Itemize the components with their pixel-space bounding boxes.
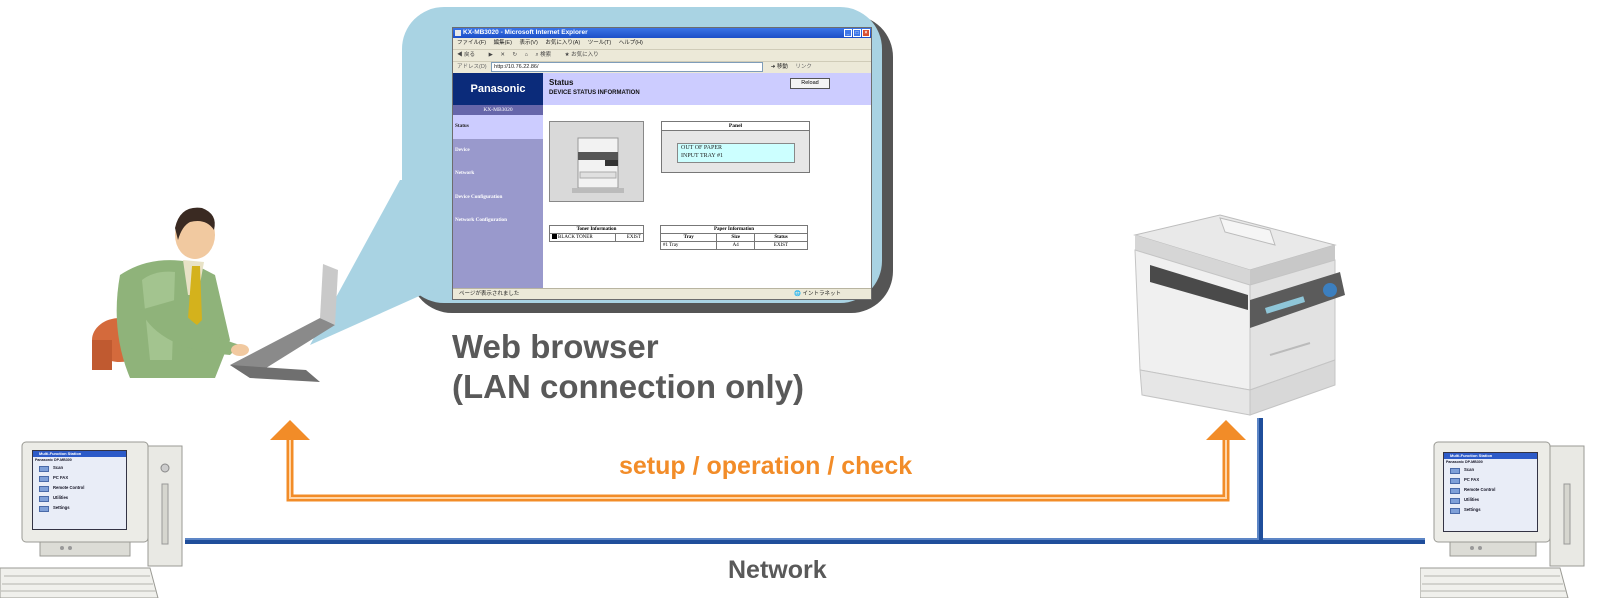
network-line-highlight [185, 538, 1425, 540]
forward-button[interactable]: ▶ [489, 52, 493, 58]
status-text: ページが表示されました [459, 291, 520, 297]
go-button[interactable]: ➜ 移動 [771, 64, 788, 70]
scan-icon [1450, 468, 1460, 474]
close-button[interactable]: × [862, 29, 870, 37]
toner-item: BLACK TONER [548, 233, 617, 242]
panel-heading: Panel [662, 122, 809, 131]
nav-status[interactable]: Status [453, 115, 543, 139]
nav-device[interactable]: Device [453, 139, 543, 163]
stop-icon[interactable]: ✕ [500, 52, 505, 58]
toner-swatch-icon [552, 234, 557, 240]
caption-line-2: (LAN connection only) [452, 368, 804, 405]
printer-thumbnail-icon [550, 122, 643, 201]
content-header: Status DEVICE STATUS INFORMATION Reload [543, 73, 871, 105]
panel-display: OUT OF PAPER INPUT TRAY #1 [677, 143, 795, 163]
remote-control-icon [39, 486, 49, 492]
settings-icon [39, 506, 49, 512]
right-pc-screen: Multi-Function Station Panasonic DP-MB30… [1443, 452, 1538, 532]
zone-indicator: 🌐 イントラネット [794, 291, 841, 297]
mfs-item-remote-control[interactable]: Remote Control [33, 483, 126, 493]
panel-box: Panel OUT OF PAPER INPUT TRAY #1 [661, 121, 810, 173]
toner-table: Toner Information BLACK TONER EXIST [548, 225, 644, 242]
minimize-button[interactable]: _ [844, 29, 852, 37]
panel-line-1: OUT OF PAPER [681, 145, 723, 151]
device-image [549, 121, 644, 202]
toner-status: EXIST [615, 233, 644, 242]
browser-title-bar: KX-MB3020 - Microsoft Internet Explorer … [453, 28, 871, 38]
maximize-button[interactable]: □ [853, 29, 861, 37]
reload-button[interactable]: Reload [790, 78, 830, 89]
mfs-title-bar: Multi-Function Station [1444, 453, 1537, 459]
fax-icon [39, 476, 49, 482]
fax-icon [1450, 478, 1460, 484]
utilities-icon [1450, 498, 1460, 504]
brand-logo: Panasonic [453, 73, 543, 105]
user-with-laptop-illustration [92, 207, 338, 382]
web-browser-caption: Web browser (LAN connection only) [452, 327, 804, 407]
menu-favorites[interactable]: お気に入り(A) [545, 40, 580, 46]
nav-network-configuration[interactable]: Network Configuration [453, 209, 543, 233]
favorites-button[interactable]: ★ お気に入り [565, 52, 605, 58]
browser-status-bar: ページが表示されました 🌐 イントラネット [453, 288, 871, 299]
menu-file[interactable]: ファイル(F) [457, 40, 486, 46]
mfs-item-utilities[interactable]: Utilities [1444, 495, 1537, 505]
panel-line-2: INPUT TRAY #1 [681, 153, 724, 159]
mfs-item-pc-fax[interactable]: PC FAX [33, 473, 126, 483]
menu-bar: ファイル(F) 編集(E) 表示(V) お気に入り(A) ツール(T) ヘルプ(… [453, 38, 871, 50]
browser-toolbar: ◀ 戻る ▶ ✕ ↻ ⌂ ⌕ 検索 ★ お気に入り [453, 50, 871, 62]
links-label[interactable]: リンク [795, 64, 812, 70]
remote-control-icon [1450, 488, 1460, 494]
paper-cell-size: A4 [716, 241, 756, 250]
paper-cell-tray: #1 Tray [659, 241, 718, 250]
mfs-item-utilities[interactable]: Utilities [33, 493, 126, 503]
utilities-icon [39, 496, 49, 502]
ie-icon [455, 30, 461, 36]
paper-cell-status: EXIST [754, 241, 808, 250]
paper-heading: Paper Information [660, 225, 808, 234]
flow-label: setup / operation / check [619, 452, 913, 480]
menu-edit[interactable]: 編集(E) [494, 40, 512, 46]
page-title: Status [549, 78, 574, 87]
nav-network[interactable]: Network [453, 162, 543, 186]
left-pc-screen: Multi-Function Station Panasonic DP-MB30… [32, 450, 127, 530]
flow-arrowhead-right [1206, 420, 1246, 440]
caption-line-1: Web browser [452, 328, 659, 365]
paper-row: #1 Tray A4 EXIST [659, 241, 808, 250]
mfs-item-settings[interactable]: Settings [1444, 505, 1537, 515]
paper-table: Paper Information Tray Size Status #1 Tr… [659, 225, 808, 250]
scan-icon [39, 466, 49, 472]
home-icon[interactable]: ⌂ [525, 52, 528, 58]
mfs-item-settings[interactable]: Settings [33, 503, 126, 513]
mfs-item-scan[interactable]: Scan [1444, 465, 1537, 475]
search-button[interactable]: ⌕ 検索 [535, 52, 557, 58]
back-button[interactable]: ◀ 戻る [457, 52, 481, 58]
network-label: Network [728, 556, 827, 584]
menu-tools[interactable]: ツール(T) [588, 40, 612, 46]
toner-heading: Toner Information [549, 225, 644, 234]
web-content: Status DEVICE STATUS INFORMATION Reload … [543, 73, 871, 289]
menu-help[interactable]: ヘルプ(H) [619, 40, 643, 46]
refresh-icon[interactable]: ↻ [512, 52, 517, 58]
page-subtitle: DEVICE STATUS INFORMATION [549, 90, 640, 96]
browser-title: KX-MB3020 - Microsoft Internet Explorer [463, 29, 588, 36]
flow-arrowhead-left [270, 420, 310, 440]
paper-col-status: Status [754, 233, 808, 242]
mfs-item-scan[interactable]: Scan [33, 463, 126, 473]
printer-illustration [1133, 214, 1345, 416]
settings-icon [1450, 508, 1460, 514]
model-name: KX-MB3020 [453, 105, 543, 115]
paper-col-size: Size [716, 233, 756, 242]
printer-drop-highlight [1257, 418, 1259, 540]
web-page: Panasonic KX-MB3020 Status Device Networ… [453, 73, 871, 289]
menu-view[interactable]: 表示(V) [519, 40, 537, 46]
paper-col-tray: Tray [659, 233, 718, 242]
browser-window: KX-MB3020 - Microsoft Internet Explorer … [452, 27, 872, 300]
address-input[interactable]: http://10.76.22.86/ [491, 62, 764, 72]
address-label: アドレス(D) [457, 64, 487, 71]
mfs-item-pc-fax[interactable]: PC FAX [1444, 475, 1537, 485]
mfs-item-remote-control[interactable]: Remote Control [1444, 485, 1537, 495]
nav-device-configuration[interactable]: Device Configuration [453, 186, 543, 210]
web-sidebar: Panasonic KX-MB3020 Status Device Networ… [453, 73, 543, 289]
mfs-title-bar: Multi-Function Station [33, 451, 126, 457]
